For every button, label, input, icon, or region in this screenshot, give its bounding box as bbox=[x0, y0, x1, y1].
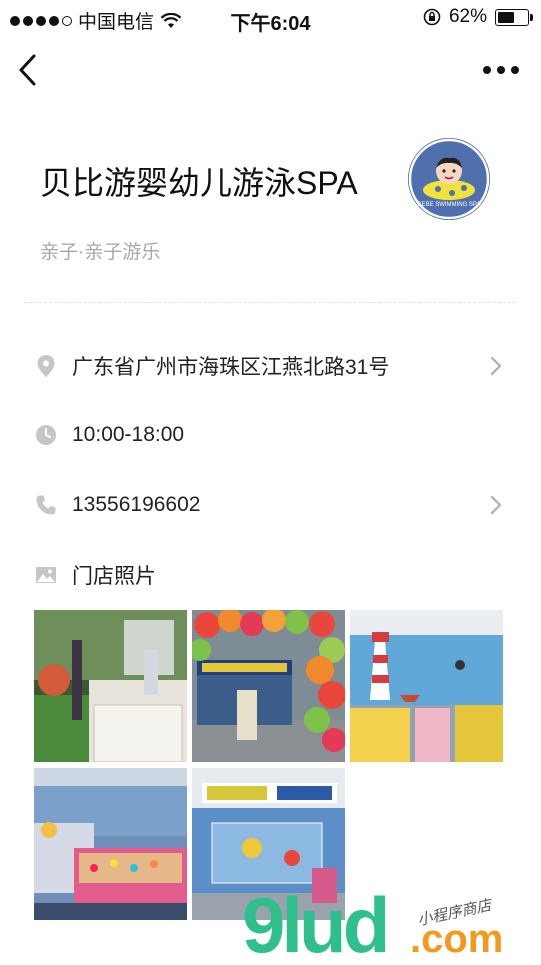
pool-area-photo[interactable] bbox=[34, 610, 187, 762]
store-avatar[interactable]: BEBE SWIMMING SPA bbox=[408, 138, 490, 220]
chevron-left-icon bbox=[19, 54, 36, 86]
rotation-lock-icon bbox=[423, 8, 441, 26]
battery-icon bbox=[495, 8, 533, 26]
store-photos-header: 门店照片 bbox=[34, 555, 514, 595]
store-photos-label: 门店照片 bbox=[72, 565, 156, 588]
chevron-right-icon bbox=[490, 356, 502, 376]
phone-row[interactable]: 13556196602 bbox=[34, 485, 514, 525]
chevron-right-icon bbox=[490, 495, 502, 515]
more-dots-icon bbox=[483, 66, 491, 74]
business-hours-row: 10:00-18:00 bbox=[34, 415, 514, 455]
status-bar: 中国电信 下午6:04 62% bbox=[0, 0, 541, 36]
location-pin-icon bbox=[37, 355, 55, 377]
address-text: 广东省广州市海珠区江燕北路31号 bbox=[72, 356, 390, 379]
lighthouse-mural-photo[interactable] bbox=[350, 610, 503, 762]
svg-text:BEBE SWIMMING SPA: BEBE SWIMMING SPA bbox=[418, 202, 481, 208]
phone-icon bbox=[36, 495, 56, 515]
store-name: 贝比游婴幼儿游泳SPA bbox=[40, 165, 358, 201]
phone-number-text: 13556196602 bbox=[72, 493, 201, 516]
address-row[interactable]: 广东省广州市海珠区江燕北路31号 bbox=[34, 346, 514, 386]
watermark-logo-text: 9lud bbox=[242, 881, 386, 960]
storefront-balloons-photo[interactable] bbox=[192, 610, 345, 762]
section-divider bbox=[24, 302, 516, 303]
more-options-button[interactable] bbox=[481, 58, 521, 82]
image-icon bbox=[36, 567, 56, 583]
navigation-bar bbox=[0, 36, 541, 106]
store-logo-image: BEBE SWIMMING SPA bbox=[408, 138, 490, 220]
site-watermark: 9lud .com 小程序商店 bbox=[242, 880, 541, 965]
store-category: 亲子·亲子游乐 bbox=[40, 242, 161, 263]
business-hours-text: 10:00-18:00 bbox=[72, 423, 185, 446]
back-button[interactable] bbox=[14, 52, 44, 88]
clock-icon bbox=[36, 425, 56, 445]
battery-percent: 62% bbox=[448, 6, 487, 27]
swim-tubs-photo[interactable] bbox=[34, 768, 187, 920]
